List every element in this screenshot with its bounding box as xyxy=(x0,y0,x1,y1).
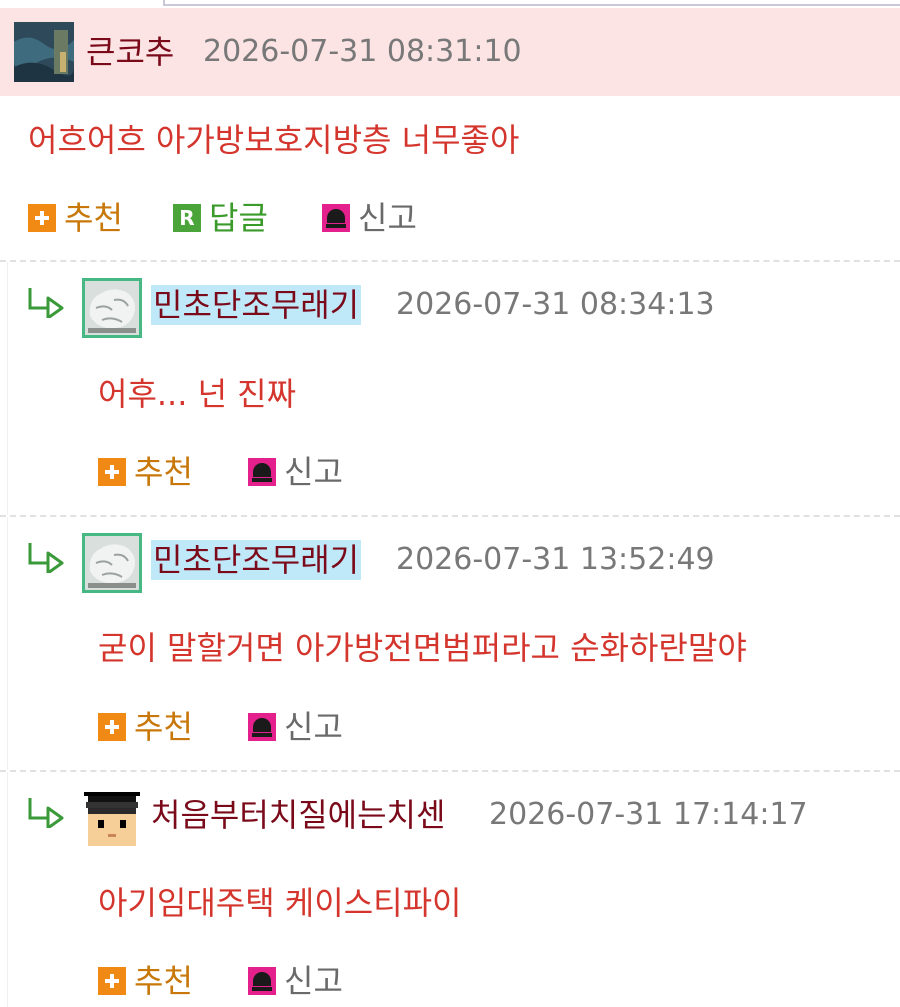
comment-text: 어후... 넌 진짜 xyxy=(98,375,297,413)
comment-timestamp: 2026-07-31 08:31:10 xyxy=(203,34,522,69)
comment-nickname[interactable]: 민초단조무래기 xyxy=(151,285,362,325)
plus-icon xyxy=(98,713,126,741)
siren-icon xyxy=(248,967,276,995)
comment-nickname[interactable]: 처음부터치질에는치센 xyxy=(151,795,445,835)
comment-text: 어흐어흐 아가방보호지방층 너무좋아 xyxy=(28,121,520,159)
report-button[interactable]: 신고 xyxy=(248,452,343,492)
recommend-label: 추천 xyxy=(134,453,193,491)
thread-line xyxy=(7,517,8,770)
recommend-button[interactable]: 추천 xyxy=(98,707,193,747)
reply-icon: R xyxy=(173,204,201,232)
thread-line xyxy=(7,262,8,515)
comment-input-edge[interactable] xyxy=(163,0,900,6)
plus-icon xyxy=(98,458,126,486)
report-button[interactable]: 신고 xyxy=(322,198,417,238)
rock-avatar-icon[interactable] xyxy=(82,278,142,338)
siren-icon xyxy=(248,713,276,741)
recommend-label: 추천 xyxy=(134,708,193,746)
reply-button[interactable]: R 답글 xyxy=(173,198,268,238)
siren-icon xyxy=(322,204,350,232)
comment-nickname[interactable]: 민초단조무래기 xyxy=(151,540,362,580)
landscape-avatar-icon[interactable] xyxy=(14,22,74,82)
comment-item: 큰코추 2026-07-31 08:31:10 어흐어흐 아가방보호지방층 너무… xyxy=(0,8,900,253)
reply-comment-item: 민초단조무래기 2026-07-31 13:52:49 굳이 말할거면 아가방전… xyxy=(0,515,900,770)
comment-timestamp: 2026-07-31 17:14:17 xyxy=(489,797,808,832)
comment-timestamp: 2026-07-31 08:34:13 xyxy=(396,287,715,322)
report-label: 신고 xyxy=(284,453,343,491)
recommend-button[interactable]: 추천 xyxy=(98,961,193,1001)
pixel-face-avatar-icon[interactable] xyxy=(82,788,142,848)
reply-comment-item: 처음부터치질에는치센 2026-07-31 17:14:17 아기임대주택 케이… xyxy=(0,770,900,1007)
report-label: 신고 xyxy=(284,962,343,1000)
comment-nickname[interactable]: 큰코추 xyxy=(86,32,174,72)
reply-label: 답글 xyxy=(209,199,268,237)
recommend-label: 추천 xyxy=(134,962,193,1000)
plus-icon xyxy=(98,967,126,995)
reply-arrow-icon xyxy=(28,543,64,573)
top-strip xyxy=(0,0,900,8)
recommend-button[interactable]: 추천 xyxy=(98,452,193,492)
comment-text: 굳이 말할거면 아가방전면범퍼라고 순화하란말야 xyxy=(98,629,747,667)
plus-icon xyxy=(28,204,56,232)
thread-line xyxy=(7,772,8,1007)
rock-avatar-icon[interactable] xyxy=(82,533,142,593)
recommend-label: 추천 xyxy=(64,199,123,237)
report-button[interactable]: 신고 xyxy=(248,961,343,1001)
reply-arrow-icon xyxy=(28,798,64,828)
reply-comment-item: 민초단조무래기 2026-07-31 08:34:13 어후... 넌 진짜 추… xyxy=(0,260,900,515)
comment-text: 아기임대주택 케이스티파이 xyxy=(98,884,462,922)
report-label: 신고 xyxy=(358,199,417,237)
report-label: 신고 xyxy=(284,708,343,746)
comment-timestamp: 2026-07-31 13:52:49 xyxy=(396,542,715,577)
siren-icon xyxy=(248,458,276,486)
recommend-button[interactable]: 추천 xyxy=(28,198,123,238)
reply-arrow-icon xyxy=(28,288,64,318)
report-button[interactable]: 신고 xyxy=(248,707,343,747)
